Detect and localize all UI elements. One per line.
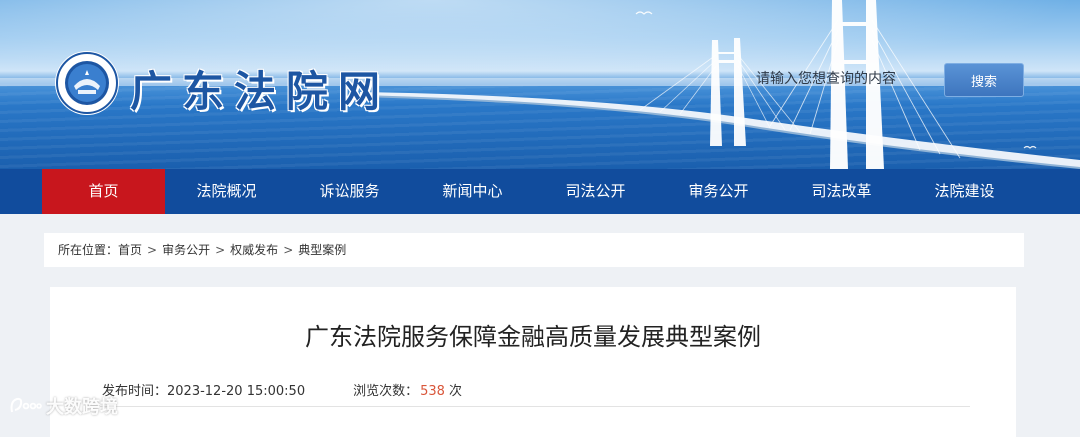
publish-time-value: 2023-12-20 15:00:50	[167, 384, 306, 399]
view-count-label: 浏览次数：	[353, 384, 419, 399]
watermark-text: 大数跨境	[46, 397, 118, 418]
article-title: 广东法院服务保障金融高质量发展典型案例	[305, 323, 761, 351]
nav-item-litigation-services[interactable]: 诉讼服务	[288, 169, 411, 214]
header-banner: 广东法院网 搜索	[0, 0, 1080, 169]
breadcrumb-item-official-release[interactable]: 权威发布	[230, 233, 278, 267]
nav-item-court-construction[interactable]: 法院建设	[903, 169, 1026, 214]
article-panel: 广东法院服务保障金融高质量发展典型案例 发布时间：2023-12-20 15:0…	[50, 287, 1016, 437]
breadcrumb-item-court-affairs[interactable]: 审务公开	[162, 233, 210, 267]
breadcrumb-prefix: 所在位置：	[58, 243, 119, 257]
watermark-logo-icon	[10, 397, 42, 413]
site-title[interactable]: 广东法院网	[130, 58, 390, 119]
view-count-unit: 次	[448, 384, 462, 399]
search-button[interactable]: 搜索	[944, 63, 1024, 97]
watermark: 大数跨境	[8, 393, 118, 419]
meta-divider	[100, 406, 970, 407]
breadcrumb-separator: >	[215, 243, 226, 257]
breadcrumb: 所在位置：首页 > 审务公开 > 权威发布 > 典型案例	[44, 233, 1024, 267]
article-meta: 发布时间：2023-12-20 15:00:50 浏览次数： 538 次	[102, 380, 462, 399]
nav-item-judicial-openness[interactable]: 司法公开	[534, 169, 657, 214]
nav-item-court-overview[interactable]: 法院概况	[165, 169, 288, 214]
breadcrumb-item-home[interactable]: 首页	[118, 233, 142, 267]
breadcrumb-separator: >	[283, 243, 294, 257]
breadcrumb-item-typical-cases[interactable]: 典型案例	[298, 233, 346, 267]
view-count-value: 538	[420, 384, 445, 399]
breadcrumb-separator: >	[147, 243, 158, 257]
main-nav: 首页 法院概况 诉讼服务 新闻中心 司法公开 审务公开 司法改革 法院建设	[0, 169, 1080, 214]
nav-item-judicial-reform[interactable]: 司法改革	[780, 169, 903, 214]
search-input[interactable]	[740, 62, 944, 96]
court-emblem-logo[interactable]	[54, 50, 120, 116]
nav-item-court-affairs-openness[interactable]: 审务公开	[657, 169, 780, 214]
nav-item-news-center[interactable]: 新闻中心	[411, 169, 534, 214]
emblem-icon	[55, 51, 119, 115]
nav-item-home[interactable]: 首页	[42, 169, 165, 214]
